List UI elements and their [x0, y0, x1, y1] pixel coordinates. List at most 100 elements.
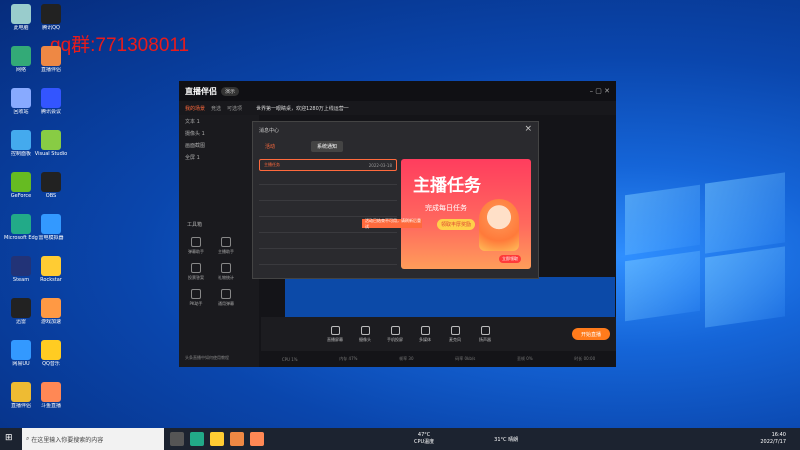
app-icon: [41, 382, 61, 402]
tab-system[interactable]: 系统通知: [311, 141, 344, 152]
app-icon: [41, 172, 61, 192]
desktop-icon[interactable]: Visual Studio: [34, 130, 68, 157]
toast-message: 活动已结束不可用，请刷新后重试: [362, 218, 422, 229]
desktop-icon[interactable]: Microsoft Edge: [4, 214, 38, 241]
app-icon: [11, 340, 31, 360]
status-item: 时长 00:00: [574, 356, 596, 361]
app-logo-title: 直播伴侣: [185, 86, 217, 96]
desktop-icon[interactable]: 直播伴侣: [4, 382, 38, 409]
desktop-icon[interactable]: 迅雷: [4, 298, 38, 325]
app-icon: [41, 130, 61, 150]
desktop-icon[interactable]: 腾讯QQ: [34, 4, 68, 31]
edge-icon[interactable]: [190, 432, 204, 446]
tab-scenes[interactable]: 我的场景: [185, 105, 205, 112]
phone-cast-button[interactable]: 手机投屏: [381, 325, 409, 343]
tab-2[interactable]: 竞选: [211, 105, 221, 112]
claim-button[interactable]: 立即领取: [499, 255, 521, 263]
app-icon: [41, 256, 61, 276]
windows-logo-wallpaper: [605, 170, 795, 330]
desktop-icon[interactable]: 网易UU: [4, 340, 38, 367]
promo-title: 主播任务: [413, 176, 481, 196]
footer-tip[interactable]: 头条直播中如何使用教程: [185, 355, 229, 361]
mascot-illustration: [479, 199, 519, 251]
media-button[interactable]: 多媒体: [411, 325, 439, 343]
desktop-icon[interactable]: 腾讯会议: [34, 88, 68, 115]
start-icon[interactable]: ⊞: [5, 433, 13, 443]
toolbox-title: 工具箱: [187, 222, 203, 228]
weather[interactable]: 31°C 晴朗: [494, 436, 518, 443]
app-icon: [11, 256, 31, 276]
desktop-icon[interactable]: 控制面板: [4, 130, 38, 157]
app-icon: [11, 298, 31, 318]
dialog-title: 消息中心 ×: [259, 124, 532, 134]
start-live-button[interactable]: 开始直播: [572, 328, 610, 340]
promo-reward: 领取丰厚奖励: [437, 219, 476, 230]
version-badge[interactable]: 演示: [221, 86, 240, 96]
tool-vote: 投票答案: [183, 263, 209, 281]
scene-item[interactable]: 全屏 1: [179, 151, 259, 163]
app-icon: [11, 88, 31, 108]
desktop-icon[interactable]: 游戏加速: [34, 298, 68, 325]
mic-button[interactable]: 麦克风: [441, 325, 469, 343]
app-icon: [11, 172, 31, 192]
clock[interactable]: 16:40 2022/7/17: [760, 432, 786, 446]
notice-text: 世界第一眼睛桌，欢迎1280万上线运营一: [256, 105, 349, 112]
desktop-icon[interactable]: Steam: [4, 256, 38, 283]
watermark-text: qq群:771308011: [50, 35, 190, 56]
taskbar: ⊞ ⌕ 在这里输入你要搜索的内容 47°C CPU温度 31°C 晴朗 16:40…: [0, 428, 800, 450]
scene-item[interactable]: 文本 1: [179, 115, 259, 127]
app-icon: [11, 130, 31, 150]
search-input[interactable]: ⌕ 在这里输入你要搜索的内容: [22, 428, 164, 450]
close-icon[interactable]: ×: [524, 124, 532, 134]
speaker-button[interactable]: 扬声器: [471, 325, 499, 343]
scene-item[interactable]: 摄像头 1: [179, 127, 259, 139]
desktop-icon[interactable]: 回收站: [4, 88, 38, 115]
desktop-icon[interactable]: 直播伴侣: [34, 46, 68, 73]
app-icon: [41, 298, 61, 318]
tool-helper: 主播助手: [213, 237, 239, 255]
status-item: 丢帧 0%: [517, 356, 533, 361]
app-icon: [41, 340, 61, 360]
desktop-icon[interactable]: Rockstar: [34, 256, 68, 283]
scene-item[interactable]: 画面截图: [179, 139, 259, 151]
tab-3[interactable]: 可选项: [227, 105, 242, 112]
window-controls-icon[interactable]: – ▢ ✕: [590, 87, 610, 95]
app-icon: [11, 46, 31, 66]
live-app-taskbar-icon[interactable]: [230, 432, 244, 446]
task-view-icon[interactable]: [170, 432, 184, 446]
status-item: 内存 47%: [339, 356, 358, 361]
desktop-icon[interactable]: GeForce: [4, 172, 38, 199]
status-bar: CPU 1% 内存 47% 帧率 30 码率 0kb/s 丢帧 0% 时长 00…: [261, 351, 616, 367]
dialog-tabs: 活动 系统通知: [259, 141, 538, 152]
app-titlebar: 直播伴侣 演示 – ▢ ✕: [179, 81, 616, 101]
promo-banner[interactable]: 主播任务 完成每日任务 领取丰厚奖励 立即领取: [401, 159, 531, 269]
tool-danmaku: 弹幕助手: [183, 237, 209, 255]
desktop-icon[interactable]: 网络: [4, 46, 38, 73]
app-tabs: 我的场景 竞选 可选项 世界第一眼睛桌，欢迎1280万上线运营一: [179, 101, 616, 115]
tool-gift: 礼物统计: [213, 263, 239, 281]
preview-area: [285, 277, 615, 317]
desktop-icon[interactable]: OBS: [34, 172, 68, 199]
status-item: 码率 0kb/s: [455, 356, 476, 361]
desktop: qq群:771308011 此电脑 腾讯QQ 网络 直播伴侣 回收站 腾讯会议 控制面板 Vi…: [0, 0, 800, 428]
desktop-icon[interactable]: 雷电模拟器: [34, 214, 68, 241]
app-icon: [41, 88, 61, 108]
camera-button[interactable]: 摄像头: [351, 325, 379, 343]
explorer-icon[interactable]: [210, 432, 224, 446]
promo-subtitle: 完成每日任务: [425, 204, 467, 212]
tool-pk: PK助手: [183, 289, 209, 307]
app-icon: [11, 214, 31, 234]
cpu-temp: 47°C CPU温度: [414, 432, 435, 445]
app-icon: [11, 382, 31, 402]
desktop-icon[interactable]: QQ音乐: [34, 340, 68, 367]
app-icon: [41, 46, 61, 66]
control-bar: 直播屏幕 摄像头 手机投屏 多媒体 麦克风 扬声器 开始直播: [261, 317, 616, 351]
screen-button[interactable]: 直播屏幕: [321, 325, 349, 343]
desktop-icon[interactable]: 此电脑: [4, 4, 38, 31]
tab-activity[interactable]: 活动: [259, 141, 281, 152]
desktop-icon[interactable]: 斗鱼直播: [34, 382, 68, 409]
app-icon: [41, 4, 61, 24]
message-center-dialog: 消息中心 × 活动 系统通知 主播任务 2022-03-18 主播任务 完成每日任…: [252, 121, 539, 279]
app-taskbar-icon[interactable]: [250, 432, 264, 446]
message-item[interactable]: 主播任务 2022-03-18: [259, 159, 397, 171]
